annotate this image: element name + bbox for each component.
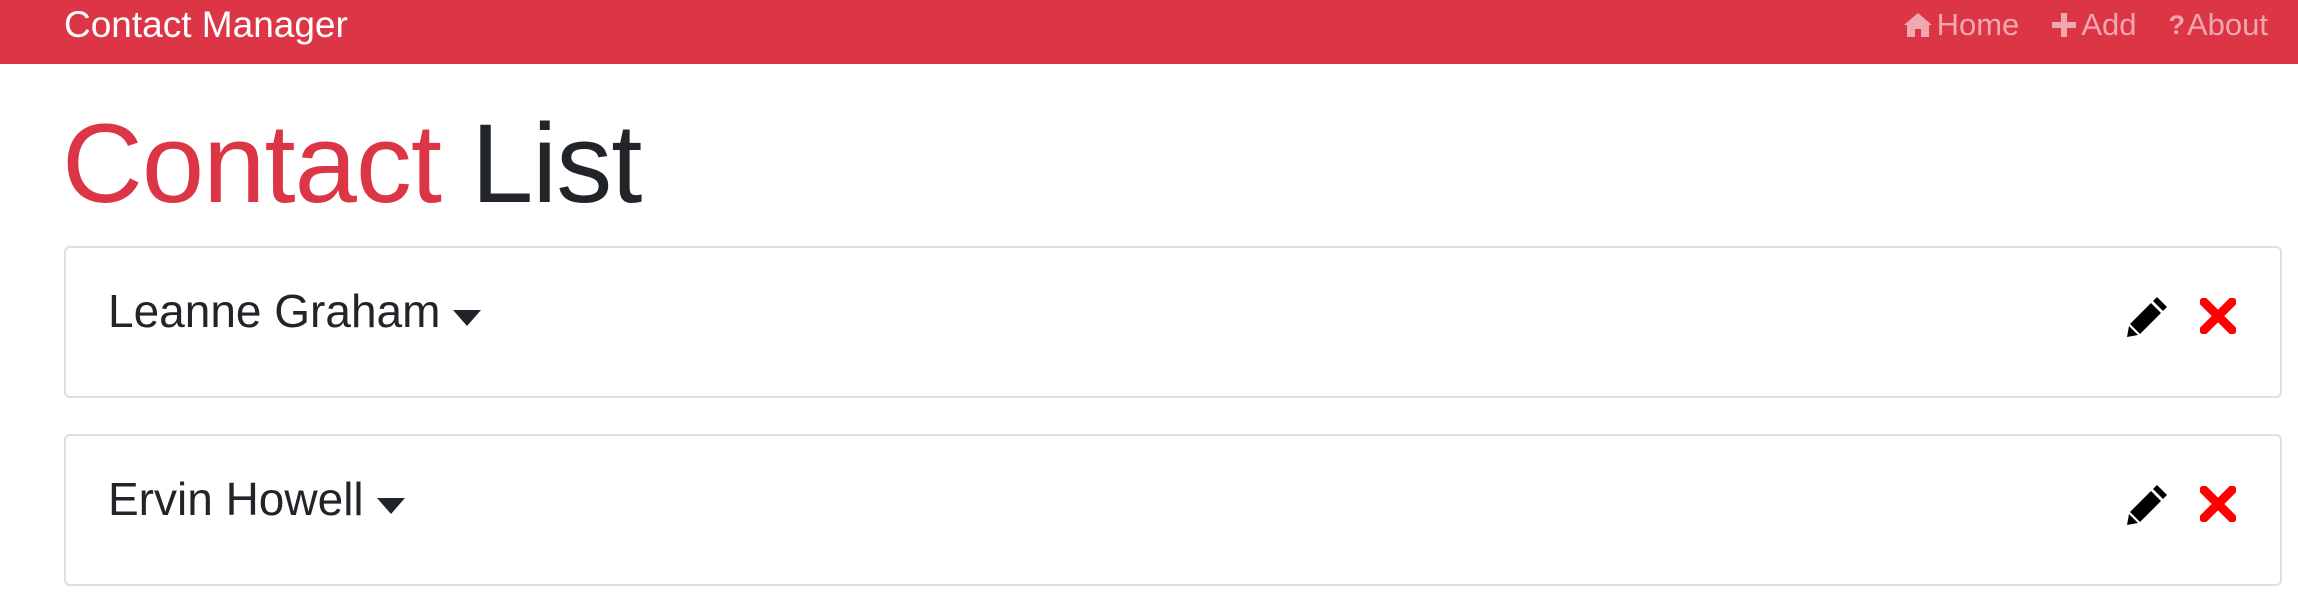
close-icon[interactable]: [2200, 298, 2236, 334]
contact-card: Ervin Howell: [64, 434, 2282, 586]
home-icon: [1903, 13, 1932, 37]
question-icon: ?: [2168, 9, 2185, 40]
nav-link-home[interactable]: Home: [1903, 7, 2020, 43]
contact-name-toggle[interactable]: Leanne Graham: [108, 284, 482, 338]
nav-link-add[interactable]: Add: [2051, 7, 2136, 43]
pencil-icon[interactable]: [2126, 482, 2170, 526]
caret-down-icon[interactable]: [376, 497, 406, 515]
nav-links: Home Add ? About: [1871, 0, 2268, 50]
contact-card: Leanne Graham: [64, 246, 2282, 398]
page-title-accent: Contact: [62, 101, 442, 226]
pencil-icon[interactable]: [2126, 294, 2170, 338]
page-title-rest: List: [471, 101, 642, 226]
contact-name: Leanne Graham: [108, 285, 441, 337]
page-title: Contact List: [62, 101, 642, 226]
contact-name-toggle[interactable]: Ervin Howell: [108, 472, 406, 526]
plus-icon: [2052, 13, 2077, 37]
nav-link-add-label: Add: [2081, 7, 2137, 42]
nav-link-home-label: Home: [1936, 7, 2020, 42]
nav-link-about[interactable]: ? About: [2168, 7, 2268, 43]
brand-link[interactable]: Contact Manager: [64, 0, 348, 50]
close-icon[interactable]: [2200, 486, 2236, 522]
contact-name: Ervin Howell: [108, 473, 364, 525]
nav-link-about-label: About: [2186, 7, 2268, 42]
caret-down-icon[interactable]: [452, 309, 482, 327]
navbar: Contact Manager Home Add ? About: [0, 0, 2298, 64]
